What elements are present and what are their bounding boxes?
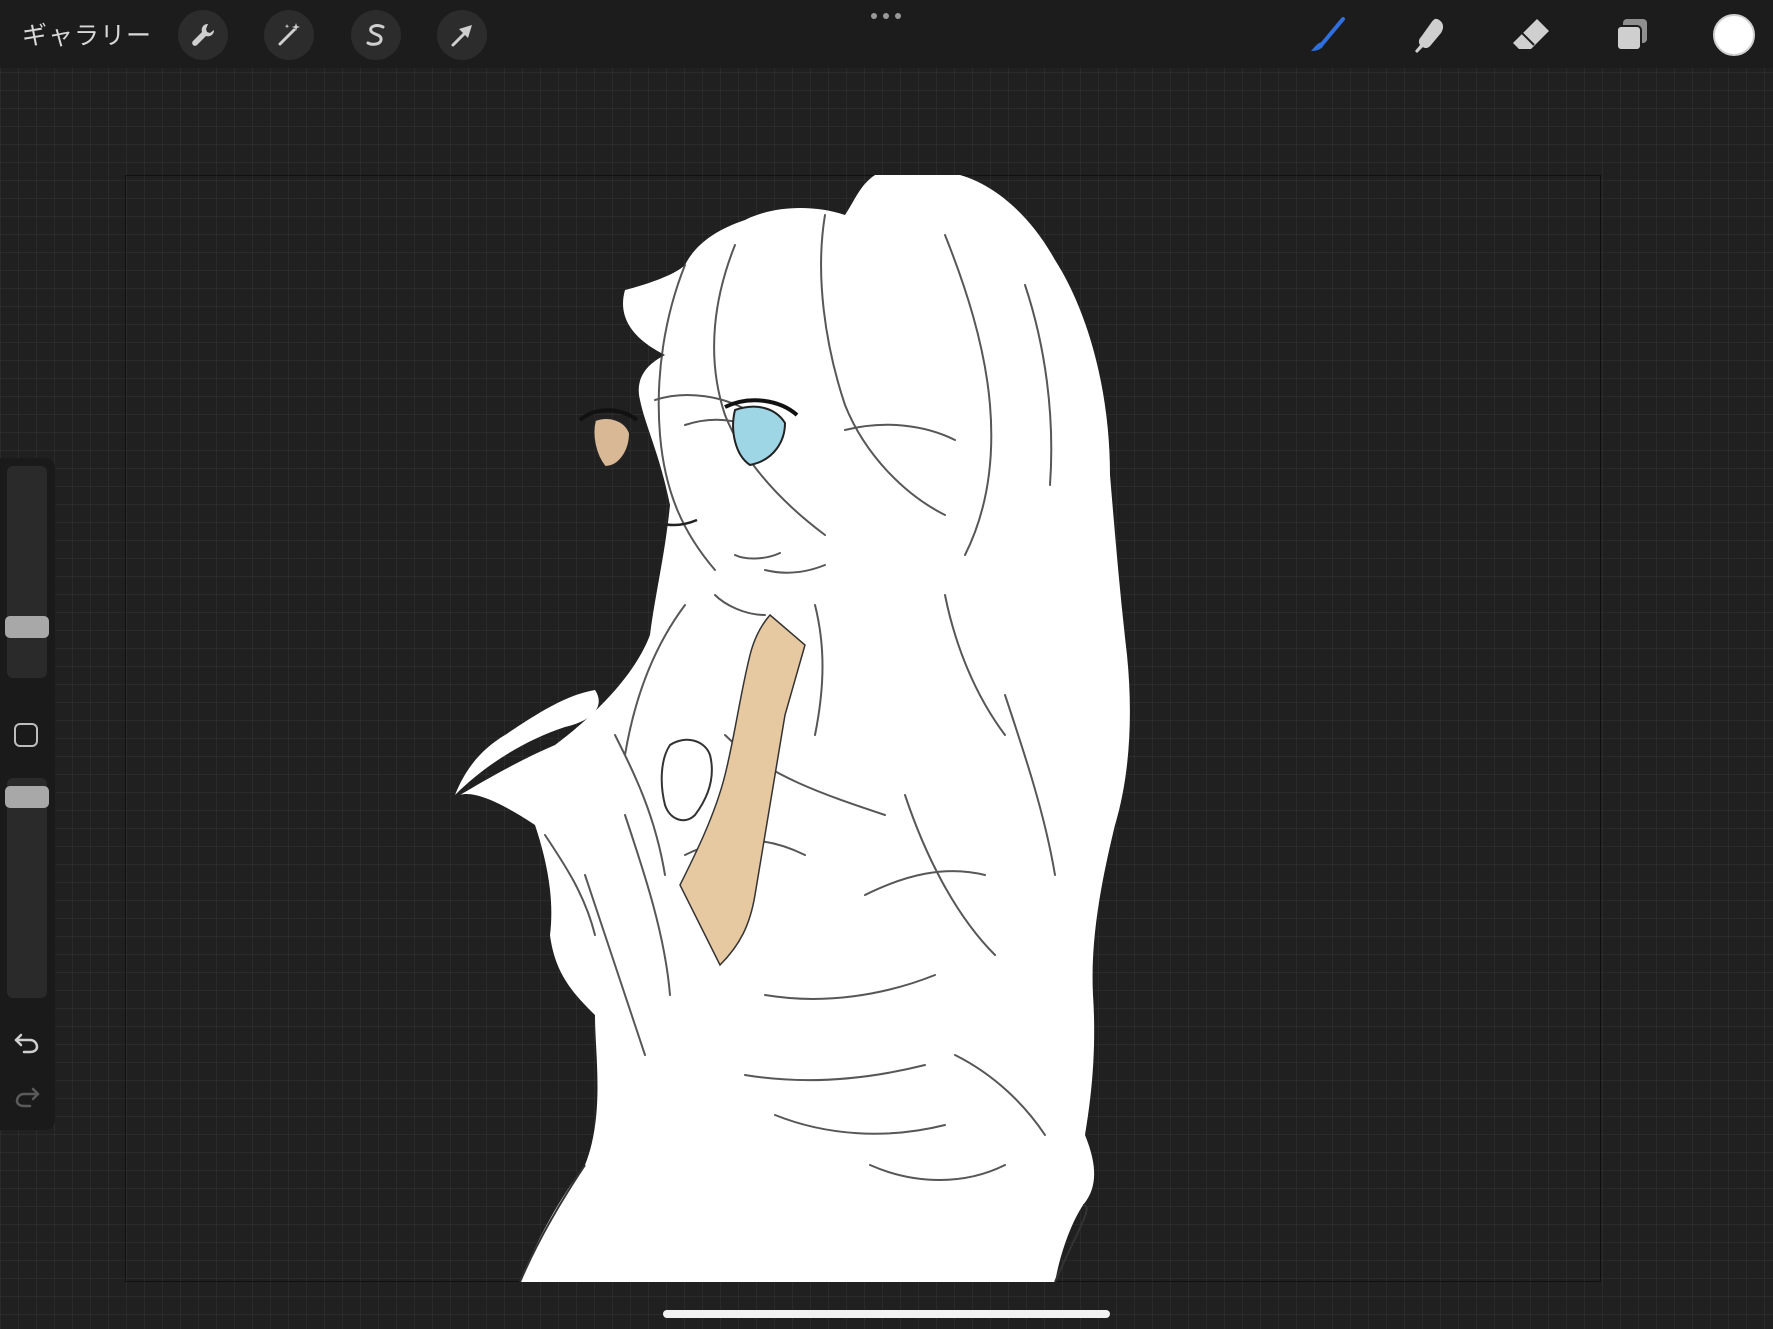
brush-size-slider[interactable]: [7, 466, 47, 678]
color-picker-button[interactable]: [1713, 14, 1755, 56]
canvas-artwork[interactable]: [125, 175, 1601, 1282]
wrench-icon: [192, 23, 215, 46]
smudge-finger-icon: [1415, 18, 1444, 54]
home-indicator[interactable]: [663, 1310, 1110, 1318]
opacity-slider[interactable]: [7, 778, 47, 998]
layers-icon: [1616, 19, 1647, 51]
redo-icon[interactable]: [12, 1080, 42, 1110]
top-toolbar: ギャラリー: [0, 0, 1773, 68]
selection-button[interactable]: [351, 10, 401, 60]
undo-icon[interactable]: [12, 1026, 42, 1056]
arrow-cursor-icon: [451, 25, 472, 47]
actions-button[interactable]: [178, 10, 228, 60]
selection-s-icon: [366, 24, 385, 46]
brush-icon: [1311, 17, 1345, 51]
transform-button[interactable]: [437, 10, 487, 60]
brush-size-thumb[interactable]: [5, 616, 49, 639]
magic-wand-icon: [278, 23, 300, 46]
opacity-thumb[interactable]: [5, 785, 49, 808]
gallery-button[interactable]: ギャラリー: [22, 16, 152, 52]
brush-tool-button[interactable]: [1303, 12, 1351, 58]
ellipsis-icon[interactable]: [868, 8, 904, 24]
adjustments-button[interactable]: [264, 10, 314, 60]
eraser-tool-button[interactable]: [1507, 12, 1555, 58]
eraser-icon: [1513, 19, 1549, 49]
modify-button[interactable]: [14, 723, 38, 747]
left-sidebar: [0, 458, 55, 1130]
smudge-tool-button[interactable]: [1405, 12, 1453, 58]
procreate-app: ギャラリー: [0, 0, 1773, 1329]
left-eye: [592, 417, 632, 469]
layers-button[interactable]: [1609, 12, 1657, 58]
